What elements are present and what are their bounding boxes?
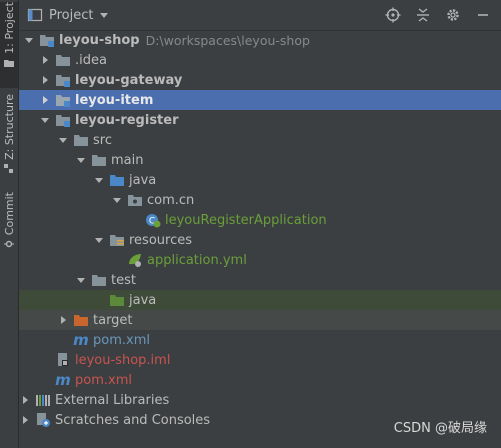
tree-node-label: leyou-item [75,92,154,108]
package-icon [128,195,142,206]
tree-node-java[interactable]: java [19,170,501,190]
tree-node-item[interactable]: leyou-item [19,90,501,110]
tree-node-label: pom.xml [93,332,150,348]
tree-node-label: java [129,172,157,188]
tree-node-label: leyou-shop [59,32,140,48]
module-folder-icon [40,35,54,47]
tool-window-stripe: 1: Project Z: Structure Commit [0,0,19,448]
tree-node-label: leyou-shop.iml [75,352,171,368]
tree-node-package[interactable]: com.cn [19,190,501,210]
locate-icon[interactable] [385,7,401,23]
tree-node-label: application.yml [147,252,247,268]
expanded-arrow-icon[interactable] [75,154,87,166]
collapsed-arrow-icon[interactable] [19,414,31,426]
tree-node-register[interactable]: leyou-register [19,110,501,130]
test-folder-icon [110,295,124,306]
tree-node-src[interactable]: src [19,130,501,150]
minimize-icon[interactable] [475,7,491,23]
collapsed-arrow-icon[interactable] [39,94,51,106]
tree-node-label: External Libraries [55,392,170,408]
stripe-tab-commit[interactable]: Commit [0,192,18,258]
stripe-tab-project[interactable]: 1: Project [0,2,18,88]
tree-node-target[interactable]: target [19,310,501,330]
expanded-arrow-icon[interactable] [23,34,35,46]
source-folder-icon [110,175,124,186]
tree-node-resources[interactable]: resources [19,230,501,250]
module-folder-icon [56,115,70,127]
folder-icon [74,135,88,146]
stripe-tab-project-label: 1: Project [2,2,16,54]
tree-node-test-java[interactable]: java [19,290,501,310]
spring-config-icon [129,254,141,267]
tree-node-pom-module[interactable]: m pom.xml [19,330,501,350]
tree-node-external-libraries[interactable]: External Libraries [19,390,501,410]
tree-node-label: target [93,312,133,328]
folder-icon [56,55,70,66]
folder-icon [92,155,106,166]
tree-node-label: src [93,132,112,148]
module-folder-icon [56,95,70,107]
expanded-arrow-icon[interactable] [39,114,51,126]
tree-node-label: leyouRegisterApplication [165,212,327,228]
tree-node-main[interactable]: main [19,150,501,170]
expanded-arrow-icon[interactable] [75,274,87,286]
resources-folder-icon [110,235,124,246]
tree-node-label: test [111,272,136,288]
stripe-tab-commit-label: Commit [2,192,16,236]
tree-node-label: leyou-gateway [75,72,183,88]
tree-node-root[interactable]: leyou-shop D:\workspaces\leyou-shop [19,30,501,50]
stripe-tab-structure-label: Z: Structure [2,94,16,160]
tree-node-test[interactable]: test [19,270,501,290]
expanded-arrow-icon[interactable] [93,234,105,246]
chevron-down-icon [100,13,109,18]
tree-node-label: com.cn [147,192,195,208]
excluded-folder-icon [74,315,88,326]
tree-node-pom-root[interactable]: m pom.xml [19,370,501,390]
project-view-icon [27,8,43,22]
collapsed-arrow-icon[interactable] [39,74,51,86]
maven-icon: m [55,371,71,389]
structure-icon [4,163,13,173]
tree-node-label: resources [129,232,193,248]
watermark: CSDN @破局缘 [393,421,487,436]
commit-icon [4,240,14,248]
stripe-tab-structure[interactable]: Z: Structure [0,94,18,184]
view-selector[interactable]: Project [27,7,109,23]
tree-node-label: pom.xml [75,372,132,388]
tree-node-label: Scratches and Consoles [55,412,211,428]
tree-node-label: java [129,292,157,308]
collapsed-arrow-icon[interactable] [19,394,31,406]
tree-node-label: main [111,152,144,168]
expanded-arrow-icon[interactable] [111,194,123,206]
expanded-arrow-icon[interactable] [57,134,69,146]
project-panel-header: Project [19,0,501,31]
folder-icon [4,59,14,67]
tree-node-app-class[interactable]: C leyouRegisterApplication [19,210,501,230]
module-folder-icon [56,75,70,87]
scratches-icon [37,413,50,427]
tree-node-idea[interactable]: .idea [19,50,501,70]
maven-icon: m [73,331,89,349]
panel-title: Project [49,7,94,23]
folder-icon [92,275,106,286]
tree-node-iml[interactable]: leyou-shop.iml [19,350,501,370]
tree-node-gateway[interactable]: leyou-gateway [19,70,501,90]
project-tree: leyou-shop D:\workspaces\leyou-shop .ide… [19,30,501,448]
collapsed-arrow-icon[interactable] [39,54,51,66]
tree-node-app-yml[interactable]: application.yml [19,250,501,270]
gear-icon[interactable] [445,7,461,23]
tree-node-label: leyou-register [75,112,179,128]
library-icon [36,395,50,406]
module-file-icon [58,353,68,366]
collapse-all-icon[interactable] [415,7,431,23]
collapsed-arrow-icon[interactable] [57,314,69,326]
tree-node-path: D:\workspaces\leyou-shop [145,32,310,48]
tree-node-label: .idea [75,52,107,68]
spring-boot-class-icon: C [146,214,161,228]
expanded-arrow-icon[interactable] [93,174,105,186]
